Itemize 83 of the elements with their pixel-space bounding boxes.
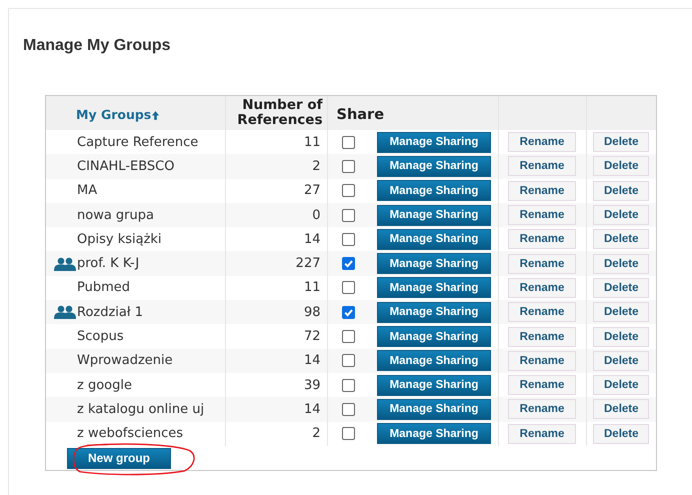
share-checkbox[interactable]: [342, 427, 354, 440]
rename-button[interactable]: Rename: [508, 350, 576, 371]
rename-button[interactable]: Rename: [508, 156, 576, 176]
reference-count: 14: [304, 402, 320, 417]
reference-count: 27: [304, 183, 320, 198]
delete-button[interactable]: Delete: [593, 180, 650, 201]
rename-button[interactable]: Rename: [508, 424, 576, 444]
delete-button[interactable]: Delete: [593, 229, 650, 250]
reference-count: 14: [304, 353, 320, 368]
delete-button[interactable]: Delete: [593, 254, 650, 274]
delete-button[interactable]: Delete: [593, 350, 650, 371]
group-name: Rozdział 1: [77, 304, 143, 320]
rename-button[interactable]: Rename: [508, 375, 576, 396]
rename-button[interactable]: Rename: [508, 180, 576, 201]
share-checkbox[interactable]: [342, 160, 354, 173]
group-name: z google: [77, 378, 132, 393]
manage-sharing-button[interactable]: Manage Sharing: [377, 350, 491, 372]
share-checkbox[interactable]: [342, 208, 354, 222]
manage-sharing-button[interactable]: Manage Sharing: [377, 277, 491, 298]
manage-sharing-button[interactable]: Manage Sharing: [377, 302, 491, 323]
group-name: nowa grupa: [77, 208, 154, 223]
rename-button[interactable]: Rename: [508, 229, 576, 250]
share-checkbox[interactable]: [342, 232, 354, 246]
reference-count: 2: [312, 158, 320, 174]
rename-button[interactable]: Rename: [508, 132, 576, 152]
group-name: Scopus: [77, 329, 124, 344]
rename-button[interactable]: Rename: [508, 302, 576, 322]
group-name: CINAHL-EBSCO: [77, 158, 174, 174]
delete-button[interactable]: Delete: [593, 375, 650, 396]
manage-sharing-button[interactable]: Manage Sharing: [377, 204, 491, 226]
column-header: Number of References: [236, 98, 324, 128]
group-name: MA: [77, 183, 98, 198]
manage-sharing-button[interactable]: Manage Sharing: [377, 398, 491, 420]
manage-sharing-button[interactable]: Manage Sharing: [377, 326, 491, 348]
new-group-button[interactable]: New group: [67, 448, 171, 469]
group-name: prof. K K-J: [77, 256, 140, 272]
page-title: Manage My Groups: [23, 37, 172, 55]
share-checkbox[interactable]: [342, 136, 354, 149]
delete-button[interactable]: Delete: [593, 132, 650, 152]
delete-button[interactable]: Delete: [593, 424, 650, 444]
group-name: Opisy książki: [77, 232, 162, 247]
group-name: z webofsciences: [77, 426, 184, 442]
group-name: Capture Reference: [77, 134, 198, 150]
delete-button[interactable]: Delete: [593, 278, 650, 298]
reference-count: 11: [304, 280, 320, 296]
reference-count: 98: [304, 304, 320, 320]
manage-sharing-button[interactable]: Manage Sharing: [377, 156, 491, 177]
reference-count: 227: [296, 256, 320, 272]
group-name: Wprowadzenie: [77, 353, 173, 368]
delete-button[interactable]: Delete: [593, 302, 650, 322]
delete-button[interactable]: Delete: [593, 205, 650, 226]
reference-count: 11: [304, 134, 320, 150]
share-checkbox[interactable]: [342, 184, 354, 198]
group-name: z katalogu online uj: [77, 402, 204, 417]
share-checkbox[interactable]: [342, 257, 354, 270]
reference-count: 72: [304, 329, 320, 344]
column-header: Share: [336, 106, 384, 122]
sort-column-link[interactable]: My Groups: [76, 106, 152, 122]
reference-count: 0: [312, 208, 320, 223]
share-checkbox[interactable]: [342, 378, 354, 392]
delete-button[interactable]: Delete: [593, 326, 650, 347]
reference-count: 39: [304, 378, 320, 393]
group-name: Pubmed: [77, 280, 130, 296]
rename-button[interactable]: Rename: [508, 254, 576, 274]
manage-sharing-button[interactable]: Manage Sharing: [377, 374, 491, 396]
share-checkbox[interactable]: [342, 354, 354, 368]
delete-button[interactable]: Delete: [593, 399, 650, 420]
share-checkbox[interactable]: [342, 281, 354, 294]
reference-count: 2: [312, 426, 320, 442]
rename-button[interactable]: Rename: [508, 278, 576, 298]
rename-button[interactable]: Rename: [508, 399, 576, 420]
manage-sharing-button[interactable]: Manage Sharing: [377, 253, 491, 274]
rename-button[interactable]: Rename: [508, 326, 576, 347]
reference-count: 14: [304, 232, 320, 247]
rename-button[interactable]: Rename: [508, 205, 576, 226]
share-checkbox[interactable]: [342, 306, 354, 319]
manage-sharing-button[interactable]: Manage Sharing: [377, 228, 491, 250]
share-checkbox[interactable]: [342, 402, 354, 416]
manage-sharing-button[interactable]: Manage Sharing: [377, 132, 491, 153]
manage-sharing-button[interactable]: Manage Sharing: [377, 423, 491, 444]
delete-button[interactable]: Delete: [593, 156, 650, 176]
manage-sharing-button[interactable]: Manage Sharing: [377, 180, 491, 202]
share-checkbox[interactable]: [342, 330, 354, 344]
